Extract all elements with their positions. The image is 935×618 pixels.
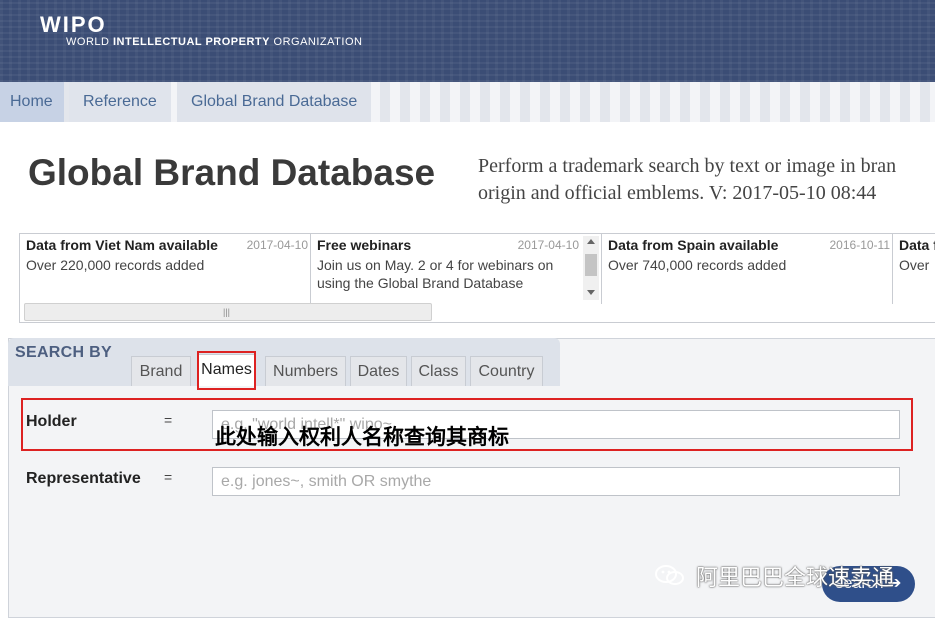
org-name-bold: INTELLECTUAL PROPERTY xyxy=(113,36,270,48)
watermark-text: 阿里巴巴全球速卖通 xyxy=(696,566,895,591)
news-text: Over 740,000 records added xyxy=(608,257,787,273)
nav-reference-link[interactable]: Reference xyxy=(69,82,171,122)
breadcrumb-nav: Home Reference Global Brand Database xyxy=(0,82,935,122)
page-description: Perform a trademark search by text or im… xyxy=(478,153,935,207)
news-ticker: Data from Viet Nam available 2017-04-10 … xyxy=(19,233,935,323)
news-title: Data from Viet Nam available xyxy=(26,237,218,253)
news-item[interactable]: Data f Over xyxy=(893,234,935,304)
news-item[interactable]: Data from Spain available 2016-10-11 Ove… xyxy=(602,234,893,304)
representative-label: Representative xyxy=(26,470,141,487)
org-name-part: WORLD xyxy=(66,36,113,48)
news-text: Over 220,000 records added xyxy=(26,257,205,273)
scroll-grip-icon[interactable]: ||| xyxy=(223,307,230,317)
tab-class[interactable]: Class xyxy=(411,356,466,386)
page-description-line: origin and official emblems. V: 2017-05-… xyxy=(478,182,877,204)
site-header: WIPO WORLD INTELLECTUAL PROPERTY ORGANIZ… xyxy=(0,0,935,82)
page-description-line: Perform a trademark search by text or im… xyxy=(478,155,897,177)
wechat-icon xyxy=(655,565,684,585)
news-text: Over xyxy=(899,257,930,273)
tab-brand[interactable]: Brand xyxy=(131,356,191,386)
search-by-heading: SEARCH BY xyxy=(15,344,112,361)
news-title: Data f xyxy=(899,237,935,253)
scroll-thumb[interactable] xyxy=(585,254,597,276)
news-date: 2017-04-10 xyxy=(517,238,579,252)
nav-home-link[interactable]: Home xyxy=(0,82,64,122)
news-item[interactable]: Free webinars 2017-04-10 Join us on May.… xyxy=(311,234,602,304)
news-title: Data from Spain available xyxy=(608,237,779,253)
scroll-up-icon[interactable] xyxy=(587,239,595,244)
news-date: 2017-04-10 xyxy=(246,238,308,252)
page-title: Global Brand Database xyxy=(28,152,436,193)
news-date: 2016-10-11 xyxy=(829,238,891,252)
annotation-note: 此处输入权利人名称查询其商标 xyxy=(215,425,509,449)
wipo-org-name: WORLD INTELLECTUAL PROPERTY ORGANIZATION xyxy=(66,36,362,48)
news-item[interactable]: Data from Viet Nam available 2017-04-10 … xyxy=(20,234,311,304)
org-name-part: ORGANIZATION xyxy=(269,36,363,48)
nav-global-brand-database-link[interactable]: Global Brand Database xyxy=(177,82,372,122)
news-title: Free webinars xyxy=(317,237,412,253)
tab-dates[interactable]: Dates xyxy=(350,356,407,386)
wipo-logo[interactable]: WIPO xyxy=(40,12,107,38)
news-text: Join us on May. 2 or 4 for webinars on u… xyxy=(317,257,554,291)
news-horizontal-scrollbar[interactable]: ||| xyxy=(24,303,432,321)
tab-country[interactable]: Country xyxy=(470,356,543,386)
news-scrollbar[interactable] xyxy=(583,236,599,300)
representative-operator: = xyxy=(164,469,173,485)
names-tab-highlight xyxy=(197,351,256,390)
representative-input[interactable] xyxy=(212,467,900,496)
tab-numbers[interactable]: Numbers xyxy=(265,356,346,386)
scroll-down-icon[interactable] xyxy=(587,290,595,295)
